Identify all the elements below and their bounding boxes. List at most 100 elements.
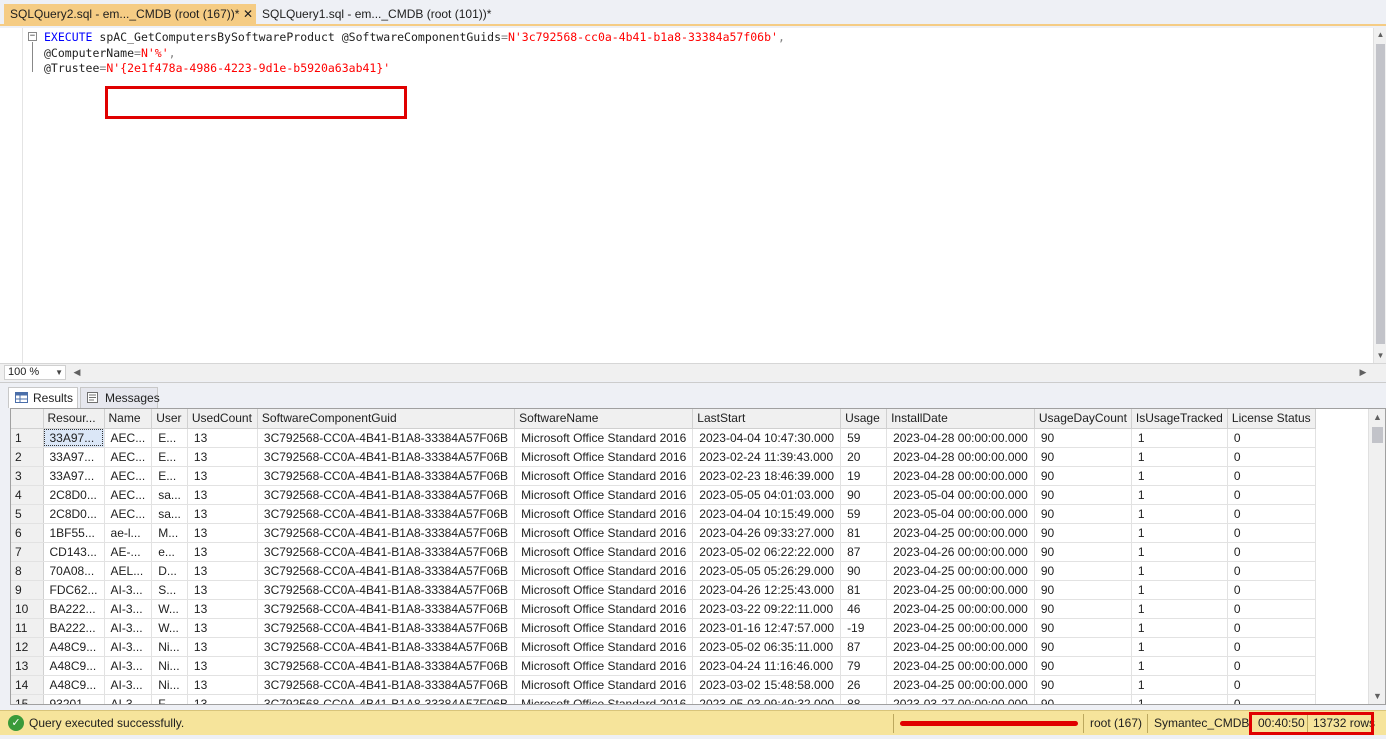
table-row[interactable]: 14 A48C9... AI-3... Ni... 13 3C792568-CC0A-4B…: [11, 675, 1316, 695]
grid-cell[interactable]: E...: [151, 447, 188, 467]
grid-cell[interactable]: 90: [1034, 656, 1132, 676]
grid-cell[interactable]: Microsoft Office Standard 2016: [514, 504, 694, 524]
grid-cell[interactable]: Ni...: [151, 675, 188, 695]
grid-cell[interactable]: Microsoft Office Standard 2016: [514, 466, 694, 486]
grid-cell[interactable]: Microsoft Office Standard 2016: [514, 656, 694, 676]
grid-cell[interactable]: 3C792568-CC0A-4B41-B1A8-33384A57F06B: [257, 561, 516, 581]
grid-cell[interactable]: 0: [1227, 618, 1316, 638]
grid-cell[interactable]: 2023-05-04 00:00:00.000: [886, 504, 1035, 524]
grid-cell[interactable]: 2023-04-04 10:47:30.000: [692, 428, 842, 448]
grid-cell[interactable]: 3C792568-CC0A-4B41-B1A8-33384A57F06B: [257, 466, 516, 486]
grid-cell[interactable]: 90: [1034, 428, 1132, 448]
grid-cell[interactable]: 13: [187, 618, 258, 638]
grid-cell[interactable]: 2023-04-28 00:00:00.000: [886, 447, 1035, 467]
grid-cell[interactable]: 13: [187, 447, 258, 467]
editor-horizontal-scrollbar[interactable]: ◀ ▶: [70, 365, 1370, 380]
table-row[interactable]: 5 2C8D0... AEC... sa... 13 3C792568-CC0A-4B41…: [11, 504, 1316, 524]
row-number[interactable]: 2: [11, 447, 44, 467]
grid-cell[interactable]: 2023-04-28 00:00:00.000: [886, 466, 1035, 486]
grid-cell[interactable]: 0: [1227, 504, 1316, 524]
grid-cell[interactable]: 2023-04-04 10:15:49.000: [692, 504, 842, 524]
grid-cell[interactable]: 1: [1131, 542, 1228, 562]
table-row[interactable]: 2 33A97... AEC... E... 13 3C792568-CC0A-4B41-…: [11, 447, 1316, 467]
grid-cell[interactable]: 1: [1131, 504, 1228, 524]
scroll-left-icon[interactable]: ◀: [70, 365, 84, 380]
grid-cell[interactable]: Microsoft Office Standard 2016: [514, 447, 694, 467]
results-grid[interactable]: Resour... Name User UsedCount SoftwareCompon…: [10, 408, 1386, 705]
grid-cell[interactable]: 88: [840, 694, 888, 704]
grid-cell[interactable]: Microsoft Office Standard 2016: [514, 618, 694, 638]
table-row[interactable]: 12 A48C9... AI-3... Ni... 13 3C792568-CC0A-4B…: [11, 637, 1316, 657]
grid-cell[interactable]: 90: [1034, 561, 1132, 581]
grid-cell[interactable]: 2023-05-02 06:35:11.000: [692, 637, 842, 657]
grid-cell[interactable]: 1: [1131, 523, 1228, 543]
grid-cell[interactable]: 1: [1131, 447, 1228, 467]
row-number[interactable]: 14: [11, 675, 44, 695]
editor-vertical-scrollbar[interactable]: ▲ ▼: [1373, 28, 1386, 363]
grid-cell[interactable]: 3C792568-CC0A-4B41-B1A8-33384A57F06B: [257, 694, 516, 704]
grid-cell[interactable]: 2023-03-27 00:00:00.000: [886, 694, 1035, 704]
grid-cell[interactable]: 3C792568-CC0A-4B41-B1A8-33384A57F06B: [257, 656, 516, 676]
grid-cell[interactable]: 13: [187, 656, 258, 676]
grid-cell[interactable]: 2C8D0...: [43, 504, 105, 524]
grid-cell[interactable]: 59: [840, 428, 888, 448]
grid-cell[interactable]: 0: [1227, 675, 1316, 695]
close-icon[interactable]: ✕: [243, 4, 253, 25]
row-number[interactable]: 8: [11, 561, 44, 581]
grid-cell[interactable]: 59: [840, 504, 888, 524]
grid-cell[interactable]: A48C9...: [43, 675, 105, 695]
grid-cell[interactable]: 1: [1131, 637, 1228, 657]
grid-cell[interactable]: 3C792568-CC0A-4B41-B1A8-33384A57F06B: [257, 599, 516, 619]
grid-cell[interactable]: 3C792568-CC0A-4B41-B1A8-33384A57F06B: [257, 618, 516, 638]
grid-cell[interactable]: e...: [151, 542, 188, 562]
zoom-select[interactable]: 100 % ▼: [4, 365, 66, 380]
scroll-right-icon[interactable]: ▶: [1356, 365, 1370, 380]
code-text[interactable]: EXECUTE spAC_GetComputersBySoftwareProdu…: [44, 30, 785, 77]
grid-cell[interactable]: 0: [1227, 523, 1316, 543]
grid-cell[interactable]: 2023-05-03 09:49:32.000: [692, 694, 842, 704]
column-header[interactable]: LastStart: [692, 409, 842, 429]
grid-cell[interactable]: BA222...: [43, 599, 105, 619]
grid-cell[interactable]: 2023-04-25 00:00:00.000: [886, 637, 1035, 657]
grid-cell[interactable]: 13: [187, 561, 258, 581]
grid-cell[interactable]: 3C792568-CC0A-4B41-B1A8-33384A57F06B: [257, 637, 516, 657]
table-row[interactable]: 8 70A08... AEL... D... 13 3C792568-CC0A-4B41-…: [11, 561, 1316, 581]
tab-sqlquery1[interactable]: SQLQuery1.sql - em..._CMDB (root (101))*: [256, 4, 491, 25]
grid-cell[interactable]: 2023-03-22 09:22:11.000: [692, 599, 842, 619]
grid-cell[interactable]: AI-3...: [104, 656, 153, 676]
scroll-thumb[interactable]: [1372, 427, 1383, 443]
column-header[interactable]: IsUsageTracked: [1131, 409, 1228, 429]
table-row[interactable]: 15 93201... AI-3... F... 13 3C792568-CC0A-4B4…: [11, 694, 1316, 704]
grid-cell[interactable]: 13: [187, 428, 258, 448]
grid-cell[interactable]: AE-...: [104, 542, 153, 562]
grid-cell[interactable]: 13: [187, 694, 258, 704]
grid-cell[interactable]: 90: [840, 561, 888, 581]
grid-cell[interactable]: 3C792568-CC0A-4B41-B1A8-33384A57F06B: [257, 523, 516, 543]
grid-cell[interactable]: 13: [187, 599, 258, 619]
grid-cell[interactable]: 13: [187, 485, 258, 505]
grid-cell[interactable]: 3C792568-CC0A-4B41-B1A8-33384A57F06B: [257, 542, 516, 562]
table-row[interactable]: 7 CD143... AE-... e... 13 3C792568-CC0A-4B41-…: [11, 542, 1316, 562]
grid-cell[interactable]: AEL...: [104, 561, 153, 581]
grid-cell[interactable]: AI-3...: [104, 618, 153, 638]
grid-cell[interactable]: Microsoft Office Standard 2016: [514, 542, 694, 562]
grid-cell[interactable]: AEC...: [104, 466, 153, 486]
grid-cell[interactable]: 0: [1227, 485, 1316, 505]
grid-cell[interactable]: Microsoft Office Standard 2016: [514, 561, 694, 581]
grid-cell[interactable]: F...: [151, 694, 188, 704]
column-header[interactable]: UsedCount: [187, 409, 258, 429]
collapse-icon[interactable]: −: [28, 32, 37, 41]
scroll-up-icon[interactable]: ▲: [1369, 409, 1385, 425]
grid-cell[interactable]: 70A08...: [43, 561, 105, 581]
table-row[interactable]: 3 33A97... AEC... E... 13 3C792568-CC0A-4B41-…: [11, 466, 1316, 486]
grid-cell[interactable]: 1: [1131, 694, 1228, 704]
grid-cell[interactable]: 13: [187, 637, 258, 657]
row-number[interactable]: 5: [11, 504, 44, 524]
column-header[interactable]: Usage: [840, 409, 888, 429]
grid-cell[interactable]: ae-l...: [104, 523, 153, 543]
grid-cell[interactable]: AI-3...: [104, 675, 153, 695]
row-number[interactable]: 12: [11, 637, 44, 657]
grid-cell[interactable]: 0: [1227, 599, 1316, 619]
grid-cell[interactable]: 1: [1131, 485, 1228, 505]
grid-cell[interactable]: 79: [840, 656, 888, 676]
